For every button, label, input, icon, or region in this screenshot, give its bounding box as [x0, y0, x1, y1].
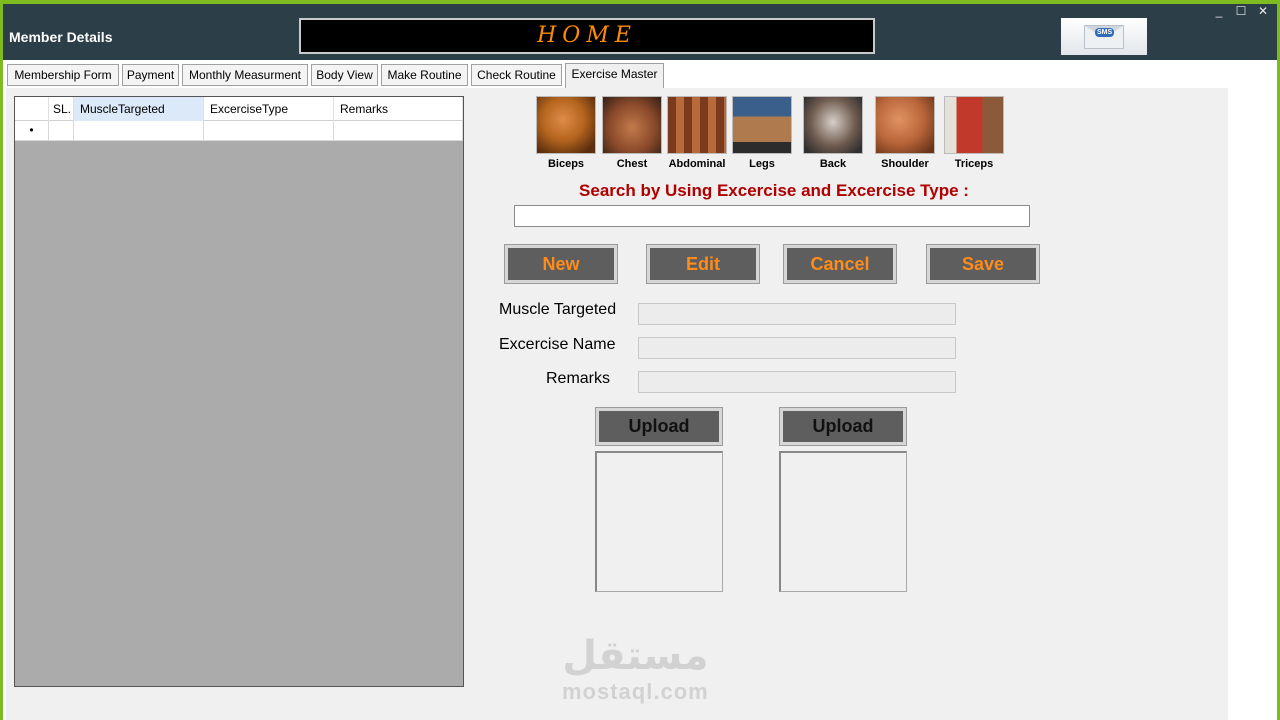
minimize-icon[interactable]: _ — [1213, 4, 1225, 18]
excercise-name-label: Excercise Name — [499, 336, 616, 353]
search-input[interactable] — [514, 205, 1030, 227]
muscle-back[interactable]: Back — [803, 96, 865, 170]
muscle-abdominal[interactable]: Abdominal — [667, 96, 729, 170]
exercise-grid[interactable]: SL. MuscleTargeted ExcerciseType Remarks… — [14, 96, 464, 687]
window-left-accent — [0, 0, 3, 720]
muscle-label: Chest — [616, 158, 648, 170]
sms-logo: SMS — [1061, 18, 1147, 55]
remarks-label: Remarks — [546, 370, 611, 387]
new-row-marker: • — [15, 121, 49, 141]
cell-remarks[interactable] — [334, 121, 463, 141]
triceps-image[interactable] — [944, 96, 1004, 154]
column-sl[interactable]: SL. — [49, 97, 74, 121]
image-preview-left — [595, 451, 723, 592]
tab-make-routine[interactable]: Make Routine — [381, 64, 468, 86]
row-header-corner — [15, 97, 49, 121]
tab-check-routine[interactable]: Check Routine — [471, 64, 562, 86]
muscle-label: Biceps — [547, 158, 585, 170]
sms-logo-text: SMS — [1095, 27, 1115, 37]
biceps-image[interactable] — [536, 96, 596, 154]
title-bar: _ ☐ ✕ Member Details HOME SMS — [3, 4, 1277, 60]
tab-exercise-master[interactable]: Exercise Master — [565, 63, 664, 88]
abdominal-image[interactable] — [667, 96, 727, 154]
tab-bar: Membership Form Payment Monthly Measurme… — [3, 60, 1277, 88]
muscle-label: Abdominal — [668, 158, 726, 170]
muscle-label: Triceps — [954, 158, 994, 170]
watermark: مستقل mostaql.com — [562, 633, 709, 705]
tab-monthly-measurment[interactable]: Monthly Measurment — [182, 64, 308, 86]
grid-header: SL. MuscleTargeted ExcerciseType Remarks — [15, 97, 463, 121]
image-preview-right — [779, 451, 907, 592]
maximize-icon[interactable]: ☐ — [1235, 4, 1247, 18]
cancel-button[interactable]: Cancel — [783, 244, 897, 284]
table-row[interactable]: • — [15, 121, 463, 141]
search-label: Search by Using Excercise and Excercise … — [579, 181, 969, 200]
column-remarks[interactable]: Remarks — [334, 97, 463, 121]
muscle-shoulder[interactable]: Shoulder — [875, 96, 937, 170]
muscle-targeted-field[interactable] — [638, 303, 956, 325]
cell-sl[interactable] — [49, 121, 74, 141]
upload-button-right[interactable]: Upload — [779, 407, 907, 446]
column-excercise-type[interactable]: ExcerciseType — [204, 97, 334, 121]
new-button[interactable]: New — [504, 244, 618, 284]
muscle-legs[interactable]: Legs — [732, 96, 794, 170]
remarks-field[interactable] — [638, 371, 956, 393]
cell-excercise-type[interactable] — [204, 121, 334, 141]
column-muscle-targeted[interactable]: MuscleTargeted — [74, 97, 204, 121]
muscle-label: Legs — [749, 158, 775, 170]
cell-muscle-targeted[interactable] — [74, 121, 204, 141]
tab-body-view[interactable]: Body View — [311, 64, 378, 86]
sms-envelope-icon: SMS — [1084, 24, 1124, 49]
watermark-arabic: مستقل — [562, 633, 709, 679]
back-image[interactable] — [803, 96, 863, 154]
shoulder-image[interactable] — [875, 96, 935, 154]
home-banner-text: HOME — [537, 23, 637, 48]
muscle-chest[interactable]: Chest — [602, 96, 664, 170]
tab-payment[interactable]: Payment — [122, 64, 179, 86]
muscle-targeted-label: Muscle Targeted — [499, 301, 617, 318]
exercise-master-panel: SL. MuscleTargeted ExcerciseType Remarks… — [6, 88, 1228, 720]
save-button[interactable]: Save — [926, 244, 1040, 284]
tab-membership-form[interactable]: Membership Form — [7, 64, 119, 86]
muscle-triceps[interactable]: Triceps — [944, 96, 1006, 170]
edit-button[interactable]: Edit — [646, 244, 760, 284]
home-banner: HOME — [299, 18, 875, 54]
window-title: Member Details — [9, 29, 113, 45]
watermark-latin: mostaql.com — [562, 679, 709, 704]
window-controls: _ ☐ ✕ — [1213, 4, 1269, 18]
muscle-label: Shoulder — [881, 158, 929, 170]
legs-image[interactable] — [732, 96, 792, 154]
muscle-biceps[interactable]: Biceps — [536, 96, 598, 170]
muscle-label: Back — [819, 158, 847, 170]
upload-button-left[interactable]: Upload — [595, 407, 723, 446]
chest-image[interactable] — [602, 96, 662, 154]
excercise-name-field[interactable] — [638, 337, 956, 359]
close-icon[interactable]: ✕ — [1257, 4, 1269, 18]
